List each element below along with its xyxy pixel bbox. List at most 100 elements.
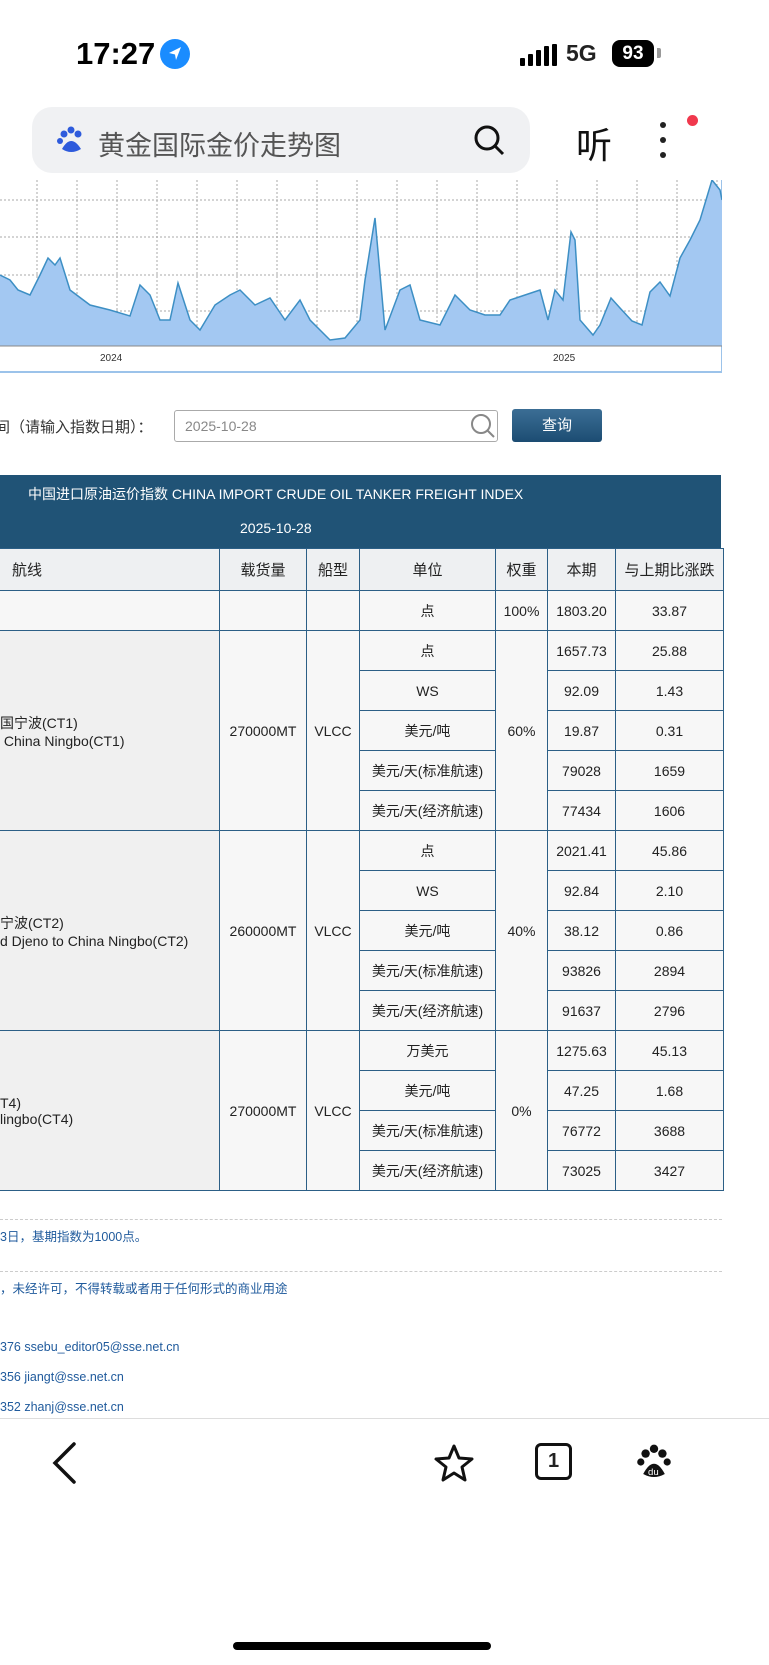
current-cell: 2021.41 [547, 830, 616, 871]
current-cell: 92.84 [547, 870, 616, 911]
notification-dot [687, 115, 698, 126]
query-label: 间（请输入指数日期）： [0, 419, 153, 436]
location-icon [160, 39, 190, 69]
home-indicator [233, 1642, 491, 1650]
route-name-cn: 国宁波(CT1) [0, 714, 78, 731]
bookmark-star-icon[interactable] [433, 1443, 475, 1483]
column-header: 权重 [495, 548, 548, 591]
current-cell: 19.87 [547, 710, 616, 751]
current-cell: 73025 [547, 1150, 616, 1191]
divider [0, 1219, 722, 1220]
search-bar[interactable]: 黄金国际金价走势图 [32, 107, 530, 173]
unit-cell: 美元/天(经济航速) [359, 990, 496, 1031]
change-cell: 2894 [615, 950, 724, 991]
date-input[interactable]: 2025-10-28 [174, 410, 498, 442]
search-icon[interactable] [470, 413, 496, 439]
index-date: 2025-10-28 [240, 520, 312, 536]
svg-text:du: du [648, 1467, 659, 1478]
route-cell: 国宁波(CT1) China Ningbo(CT1) [0, 630, 220, 831]
network-label: 5G [566, 40, 597, 66]
change-cell: 3427 [615, 1150, 724, 1191]
route-cell [0, 590, 220, 631]
cargo-cell: 260000MT [219, 830, 307, 1031]
baidu-home-icon[interactable]: du [636, 1443, 672, 1481]
listen-button[interactable]: 听 [576, 117, 612, 169]
unit-cell: 万美元 [359, 1030, 496, 1071]
divider [0, 1271, 722, 1272]
unit-cell: 美元/天(经济航速) [359, 790, 496, 831]
table-row: T4) lingbo(CT4) 270000MT VLCC 万美元 0% 1275.63 45… [0, 1030, 724, 1191]
current-cell: 76772 [547, 1110, 616, 1151]
change-cell: 0.86 [615, 910, 724, 951]
status-time: 17:27 [76, 36, 156, 71]
change-cell: 0.31 [615, 710, 724, 751]
unit-cell: 美元/天(标准航速) [359, 1110, 496, 1151]
column-header: 航线 [0, 548, 220, 591]
weight-cell: 0% [495, 1030, 548, 1191]
cargo-cell: 270000MT [219, 630, 307, 831]
current-cell: 47.25 [547, 1070, 616, 1111]
route-name-cn: T4) [0, 1094, 22, 1111]
route-name-cn: 宁波(CT2) [0, 914, 64, 931]
ship-cell: VLCC [306, 630, 360, 831]
change-cell: 45.13 [615, 1030, 724, 1071]
change-cell: 25.88 [615, 630, 724, 671]
route-cell: 宁波(CT2) d Djeno to China Ningbo(CT2) [0, 830, 220, 1031]
index-header: 中国进口原油运价指数 CHINA IMPORT CRUDE OIL TANKER… [0, 475, 721, 548]
search-placeholder: 黄金国际金价走势图 [98, 131, 341, 161]
unit-cell: WS [359, 670, 496, 711]
battery-nub [657, 48, 661, 58]
change-cell: 33.87 [615, 590, 724, 631]
change-cell: 1606 [615, 790, 724, 831]
column-header: 单位 [359, 548, 496, 591]
bottom-nav: 1 du [0, 1418, 769, 1665]
contact-email-link[interactable]: 356 jiangt@sse.net.cn [0, 1370, 124, 1384]
cargo-cell: 270000MT [219, 1030, 307, 1191]
signal-icon [520, 44, 557, 66]
baidu-paw-icon [57, 126, 82, 152]
current-cell: 1275.63 [547, 1030, 616, 1071]
current-cell: 77434 [547, 790, 616, 831]
x-tick-2025: 2025 [553, 353, 576, 364]
contact-email-link[interactable]: 376 ssebu_editor05@sse.net.cn [0, 1340, 179, 1354]
index-title: 中国进口原油运价指数 CHINA IMPORT CRUDE OIL TANKER… [28, 486, 524, 502]
change-cell: 1659 [615, 750, 724, 791]
freight-index-table: 航线 载货量 船型 单位 权重 本期 与上期比涨跌 点 100% 1803.20 33.87 国宁波… [0, 548, 724, 1191]
battery-icon: 93 [612, 40, 654, 67]
change-cell: 1.43 [615, 670, 724, 711]
unit-cell: WS [359, 870, 496, 911]
route-name-en: d Djeno to China Ningbo(CT2) [0, 932, 189, 949]
table-row: 国宁波(CT1) China Ningbo(CT1) 270000MT VLCC 点 6… [0, 630, 724, 831]
footer-note-copyright: ，未经许可，不得转载或者用于任何形式的商业用途 [0, 1282, 288, 1296]
unit-cell: 点 [359, 590, 496, 631]
current-cell: 1803.20 [547, 590, 616, 631]
contact-email-link[interactable]: 352 zhanj@sse.net.cn [0, 1400, 124, 1414]
change-cell: 3688 [615, 1110, 724, 1151]
ship-cell: VLCC [306, 1030, 360, 1191]
weight-cell: 100% [495, 590, 548, 631]
column-header: 载货量 [219, 548, 307, 591]
current-cell: 1657.73 [547, 630, 616, 671]
cargo-cell [219, 590, 307, 631]
current-cell: 92.09 [547, 670, 616, 711]
change-cell: 2796 [615, 990, 724, 1031]
unit-cell: 点 [359, 630, 496, 671]
back-icon[interactable] [50, 1441, 80, 1485]
ship-cell: VLCC [306, 830, 360, 1031]
freight-index-chart: 2024 2025 [0, 178, 723, 373]
unit-cell: 美元/天(标准航速) [359, 750, 496, 791]
table-row: 宁波(CT2) d Djeno to China Ningbo(CT2) 26000… [0, 830, 724, 1031]
tabs-button[interactable]: 1 [535, 1443, 572, 1480]
ship-cell [306, 590, 360, 631]
current-cell: 38.12 [547, 910, 616, 951]
unit-cell: 美元/吨 [359, 710, 496, 751]
weight-cell: 40% [495, 830, 548, 1031]
unit-cell: 美元/天(经济航速) [359, 1150, 496, 1191]
unit-cell: 美元/天(标准航速) [359, 950, 496, 991]
route-cell: T4) lingbo(CT4) [0, 1030, 220, 1191]
more-menu-icon[interactable] [660, 122, 670, 167]
search-icon[interactable] [472, 123, 506, 157]
x-tick-2024: 2024 [100, 353, 123, 364]
current-cell: 93826 [547, 950, 616, 991]
query-button[interactable]: 查询 [512, 409, 602, 442]
